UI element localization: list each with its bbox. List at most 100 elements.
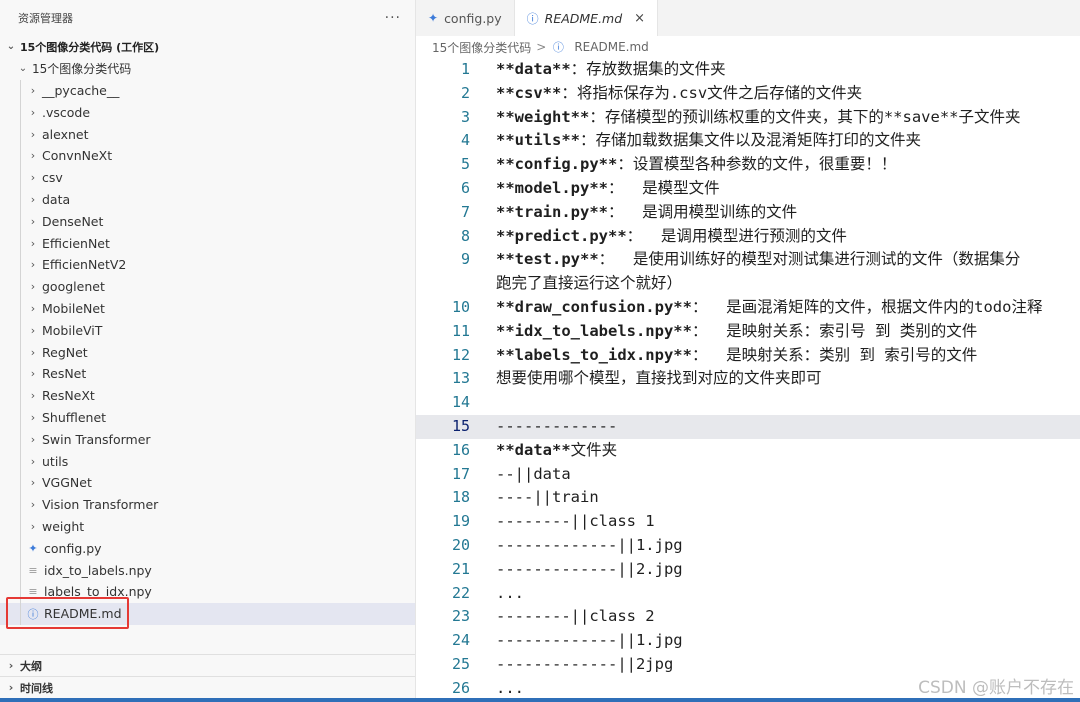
folder-item[interactable]: › data <box>0 188 415 211</box>
file-item[interactable]: ≡ idx_to_labels.npy <box>0 559 415 581</box>
code-line[interactable]: 16 **data**文件夹 <box>416 439 1080 463</box>
code-line[interactable]: 2 **csv**：将指标保存为.csv文件之后存储的文件夹 <box>416 82 1080 106</box>
line-number: 10 <box>451 297 470 316</box>
folder-label: EfficienNetV2 <box>42 257 127 273</box>
code-line[interactable]: 跑完了直接运行这个就好） <box>416 272 1080 296</box>
line-number: 8 <box>460 226 470 245</box>
folder-item[interactable]: › ResNet <box>0 362 415 385</box>
tab-label: config.py <box>444 10 502 26</box>
folder-item[interactable]: › .vscode <box>0 101 415 123</box>
code-line[interactable]: 10 **draw_confusion.py**： 是画混淆矩阵的文件，根据文件内… <box>416 296 1080 320</box>
folder-item[interactable]: › weight <box>0 515 415 538</box>
code-text: 想要使用哪个模型，直接找到对应的文件夹即可 <box>470 367 822 391</box>
bold-markup: **test.py** <box>496 250 599 269</box>
code-line[interactable]: 19 --------||class 1 <box>416 510 1080 534</box>
line-number: 11 <box>451 321 470 340</box>
code-line[interactable]: 4 **utils**：存储加载数据集文件以及混淆矩阵打印的文件夹 <box>416 129 1080 153</box>
root-folder[interactable]: ⌄ 15个图像分类代码 <box>0 58 415 80</box>
breadcrumb-file[interactable]: README.md <box>574 40 648 54</box>
folder-item[interactable]: › Shufflenet <box>0 406 415 429</box>
tab-readme-md[interactable]: ⓘ README.md × <box>514 0 659 36</box>
folder-item[interactable]: › DenseNet <box>0 210 415 232</box>
code-text: -------------||2jpg <box>470 653 673 677</box>
code-line[interactable]: 23 --------||class 2 <box>416 605 1080 629</box>
code-line[interactable]: 8 **predict.py**： 是调用模型进行预测的文件 <box>416 225 1080 249</box>
outline-label: 大纲 <box>20 659 42 673</box>
folder-item[interactable]: › googlenet <box>0 275 415 298</box>
line-number: 12 <box>451 345 470 364</box>
code-text: **config.py**：设置模型各种参数的文件，很重要！！ <box>470 153 896 177</box>
file-item[interactable]: ✦ config.py <box>0 537 415 559</box>
explorer-title: 资源管理器 <box>18 12 73 25</box>
folder-item[interactable]: › VGGNet <box>0 471 415 494</box>
folder-item[interactable]: › MobileViT <box>0 319 415 341</box>
code-text: -------------||2.jpg <box>470 558 683 582</box>
breadcrumb: 15个图像分类代码 > ⓘ README.md <box>432 38 649 56</box>
code-line[interactable]: 15 ------------- <box>416 414 1080 439</box>
folder-item[interactable]: › alexnet <box>0 123 415 145</box>
folder-item[interactable]: › __pycache__ <box>0 79 415 102</box>
code-line[interactable]: 3 **weight**：存储模型的预训练权重的文件夹，其下的**save**子文… <box>416 106 1080 130</box>
timeline-section[interactable]: › 时间线 <box>0 676 415 698</box>
folder-item[interactable]: › ResNeXt <box>0 384 415 407</box>
file-lines-icon: ≡ <box>28 563 38 577</box>
bold-markup: **labels_to_idx.npy** <box>496 345 692 364</box>
folder-label: MobileNet <box>42 300 105 316</box>
folder-item[interactable]: › RegNet <box>0 341 415 363</box>
plain-text: ： 是映射关系：类别 到 索引号的文件 <box>691 345 978 364</box>
plain-text: -------------||2jpg <box>496 654 674 673</box>
plain-text: ： 是映射关系：索引号 到 类别的文件 <box>691 321 978 340</box>
folder-item[interactable]: › MobileNet <box>0 297 415 320</box>
file-item[interactable]: ⓘ README.md <box>0 602 415 625</box>
folder-item[interactable]: › Vision Transformer <box>0 493 415 516</box>
code-line[interactable]: 14 <box>416 391 1080 415</box>
line-number: 17 <box>451 464 470 483</box>
tab-config-py[interactable]: ✦ config.py <box>416 0 515 36</box>
folder-item[interactable]: › ConvnNeXt <box>0 144 415 167</box>
chevron-right-icon: › <box>30 389 36 403</box>
code-line[interactable]: 7 **train.py**： 是调用模型训练的文件 <box>416 201 1080 225</box>
file-list: ✦ config.py ≡ idx_to_labels.npy ≡ labels_to_i… <box>0 537 415 625</box>
line-number: 7 <box>460 202 470 221</box>
plain-text: ... <box>496 678 524 697</box>
folder-item[interactable]: › EfficienNet <box>0 232 415 254</box>
folder-label: RegNet <box>42 344 88 360</box>
code-editor[interactable]: 1 **data**：存放数据集的文件夹 2 **csv**：将指标保存为.csv文件… <box>416 58 1080 698</box>
code-text: **draw_confusion.py**： 是画混淆矩阵的文件，根据文件内的t… <box>470 296 1042 320</box>
file-item[interactable]: ≡ labels_to_idx.npy <box>0 580 415 603</box>
code-line[interactable]: 12 **labels_to_idx.npy**： 是映射关系：类别 到 索引号的… <box>416 344 1080 368</box>
outline-section[interactable]: › 大纲 <box>0 654 415 676</box>
code-line[interactable]: 22... <box>416 582 1080 606</box>
code-line[interactable]: 13 想要使用哪个模型，直接找到对应的文件夹即可 <box>416 367 1080 391</box>
code-line[interactable]: 5 **config.py**：设置模型各种参数的文件，很重要！！ <box>416 153 1080 177</box>
plain-text: -------------||2.jpg <box>496 559 683 578</box>
plain-text: --||data <box>496 464 571 483</box>
code-line[interactable]: 1 **data**：存放数据集的文件夹 <box>416 58 1080 82</box>
folder-item[interactable]: › EfficienNetV2 <box>0 253 415 276</box>
line-number: 24 <box>451 631 470 650</box>
plain-text: ： 是模型文件 <box>607 178 720 197</box>
code-line[interactable]: 20 -------------||1.jpg <box>416 534 1080 558</box>
folder-item[interactable]: › Swin Transformer <box>0 428 415 450</box>
chevron-right-icon: › <box>30 105 36 119</box>
code-text: ... <box>470 677 524 698</box>
code-line[interactable]: 24 -------------||1.jpg <box>416 629 1080 653</box>
close-icon[interactable]: × <box>634 11 645 26</box>
chevron-right-icon: › <box>30 454 36 468</box>
code-line[interactable]: 11 **idx_to_labels.npy**： 是映射关系：索引号 到 类别的… <box>416 320 1080 344</box>
line-number: 16 <box>451 440 470 459</box>
code-line[interactable]: 9 **test.py**： 是使用训练好的模型对测试集进行测试的文件（数据集分 <box>416 248 1080 272</box>
folder-item[interactable]: › csv <box>0 166 415 189</box>
more-actions-icon[interactable]: ··· <box>385 10 401 26</box>
folder-label: .vscode <box>42 104 91 120</box>
workspace-folder[interactable]: ⌄ 15个图像分类代码 (工作区) <box>0 36 415 58</box>
code-text: ------------- <box>470 415 617 439</box>
code-line[interactable]: 21 -------------||2.jpg <box>416 558 1080 582</box>
code-line[interactable]: 18 ----||train <box>416 486 1080 510</box>
folder-item[interactable]: › utils <box>0 450 415 472</box>
breadcrumb-folder[interactable]: 15个图像分类代码 <box>432 39 531 56</box>
folder-label: data <box>42 191 71 207</box>
plain-text: 跑完了直接运行这个就好） <box>496 274 683 293</box>
code-line[interactable]: 6 **model.py**： 是模型文件 <box>416 177 1080 201</box>
code-line[interactable]: 17 --||data <box>416 463 1080 487</box>
